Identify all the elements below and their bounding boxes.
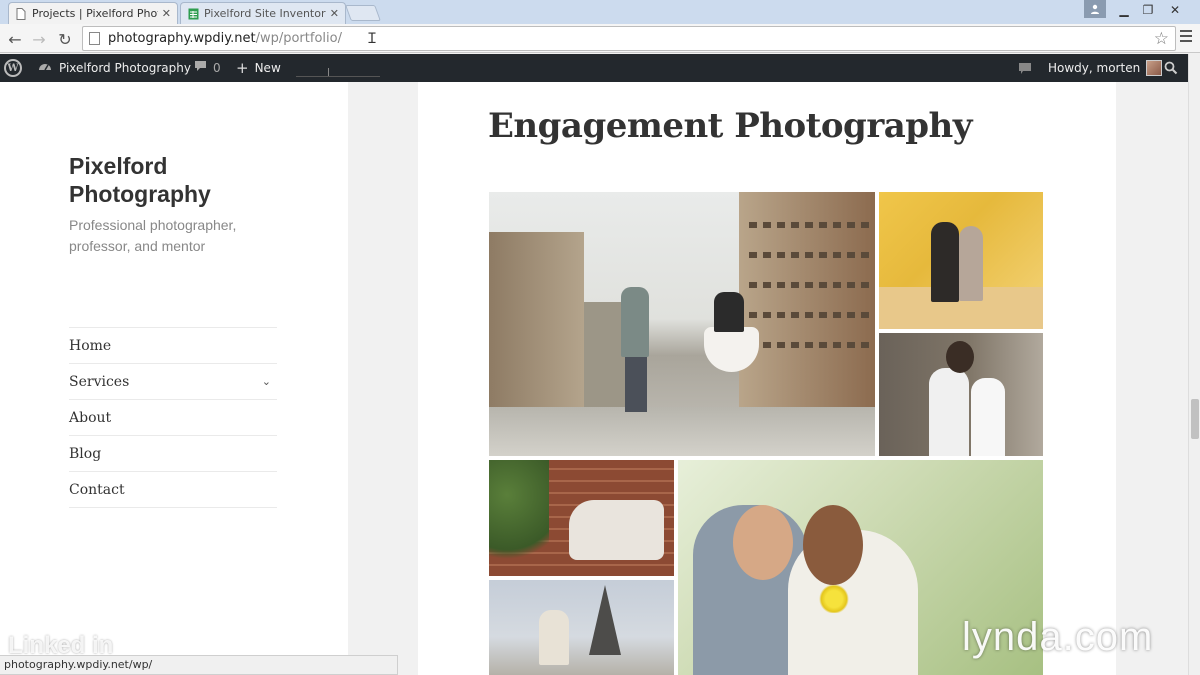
greeting-label: Howdy, morten: [1048, 61, 1141, 75]
lynda-watermark: lynda.com: [962, 615, 1154, 659]
new-label: New: [254, 61, 281, 75]
gallery-photo-autumn-couple[interactable]: [879, 192, 1043, 329]
site-name-link[interactable]: Pixelford Photography: [38, 54, 191, 82]
gallery-photo-eiffel-tower[interactable]: [489, 580, 674, 675]
nav-item-contact[interactable]: Contact: [69, 472, 277, 508]
plus-icon: +: [236, 59, 249, 77]
my-account-menu[interactable]: Howdy, morten: [1048, 54, 1163, 82]
page-icon: [15, 7, 27, 20]
back-arrow-icon[interactable]: ←: [4, 28, 26, 50]
tab-site-inventory[interactable]: Pixelford Site Inventory - ( ✕: [180, 2, 346, 24]
nav-item-about[interactable]: About: [69, 400, 277, 436]
restore-icon[interactable]: ❐: [1136, 0, 1160, 20]
tab-projects[interactable]: Projects | Pixelford Photog ✕: [8, 2, 178, 24]
wordpress-logo-icon[interactable]: W: [4, 54, 22, 82]
nav-item-services[interactable]: Services ⌄: [69, 364, 277, 400]
user-profile-icon[interactable]: [1084, 0, 1106, 18]
comment-icon: [194, 60, 207, 76]
main-content: Engagement Photography: [418, 82, 1116, 675]
nav-label: Contact: [69, 481, 125, 498]
tab-label: Projects | Pixelford Photog: [32, 7, 158, 20]
comment-count: 0: [213, 61, 221, 75]
nav-item-home[interactable]: Home: [69, 328, 277, 364]
reload-icon[interactable]: ↻: [54, 28, 76, 50]
comments-link[interactable]: 0: [194, 54, 221, 82]
menu-icon[interactable]: [1180, 30, 1192, 42]
new-tab-button[interactable]: [345, 5, 381, 21]
close-tab-icon[interactable]: ✕: [162, 7, 171, 20]
dashboard-icon: [38, 60, 52, 76]
window-close-icon[interactable]: ✕: [1160, 0, 1190, 20]
page-icon: [89, 32, 100, 45]
scrollbar-thumb[interactable]: [1191, 399, 1199, 439]
nav-item-blog[interactable]: Blog: [69, 436, 277, 472]
url-host: photography.wpdiy.net: [108, 31, 256, 46]
bookmark-star-icon[interactable]: ☆: [1154, 29, 1169, 49]
close-tab-icon[interactable]: ✕: [330, 7, 339, 20]
browser-tab-strip: Projects | Pixelford Photog ✕ Pixelford …: [0, 0, 1200, 24]
new-content-button[interactable]: + New: [236, 54, 281, 82]
nav-label: About: [69, 409, 112, 426]
text-cursor-icon: Ｉ: [365, 31, 379, 47]
page: Pixelford Photography Professional photo…: [0, 82, 1188, 675]
page-title: Engagement Photography: [488, 106, 973, 146]
site-title[interactable]: Pixelford Photography: [69, 152, 289, 208]
nav-label: Home: [69, 337, 112, 354]
chevron-down-icon[interactable]: ⌄: [262, 375, 271, 388]
search-icon[interactable]: [1164, 54, 1178, 82]
gallery-photo-city-run[interactable]: [489, 192, 875, 456]
loading-indicator: [296, 63, 380, 77]
tab-label: Pixelford Site Inventory - (: [204, 7, 326, 20]
avatar: [1146, 60, 1163, 76]
browser-toolbar: ← → ↻ photography.wpdiy.net/wp/portfolio…: [0, 24, 1200, 53]
gallery-photo-brick-wall[interactable]: [489, 460, 674, 576]
sheets-icon: [187, 8, 199, 20]
site-name-label: Pixelford Photography: [59, 61, 191, 75]
gallery-photo-embrace[interactable]: [879, 333, 1043, 456]
nav-label: Services: [69, 373, 130, 390]
minimize-icon[interactable]: ▁: [1112, 0, 1136, 20]
vertical-scrollbar[interactable]: [1188, 54, 1200, 675]
site-description: Professional photographer, professor, an…: [69, 217, 237, 254]
linkedin-watermark: Linked in: [8, 632, 114, 659]
url-path: /wp/portfolio/: [255, 31, 342, 46]
wp-admin-bar: W Pixelford Photography 0 + New Howdy, m…: [0, 54, 1200, 82]
address-bar[interactable]: photography.wpdiy.net/wp/portfolio/ ☆: [82, 26, 1176, 51]
forward-arrow-icon[interactable]: →: [28, 28, 50, 50]
nav-label: Blog: [69, 445, 102, 462]
sidebar: Pixelford Photography Professional photo…: [0, 82, 348, 675]
main-navigation: Home Services ⌄ About Blog Contact: [69, 327, 277, 508]
notifications-icon[interactable]: [1018, 54, 1032, 82]
